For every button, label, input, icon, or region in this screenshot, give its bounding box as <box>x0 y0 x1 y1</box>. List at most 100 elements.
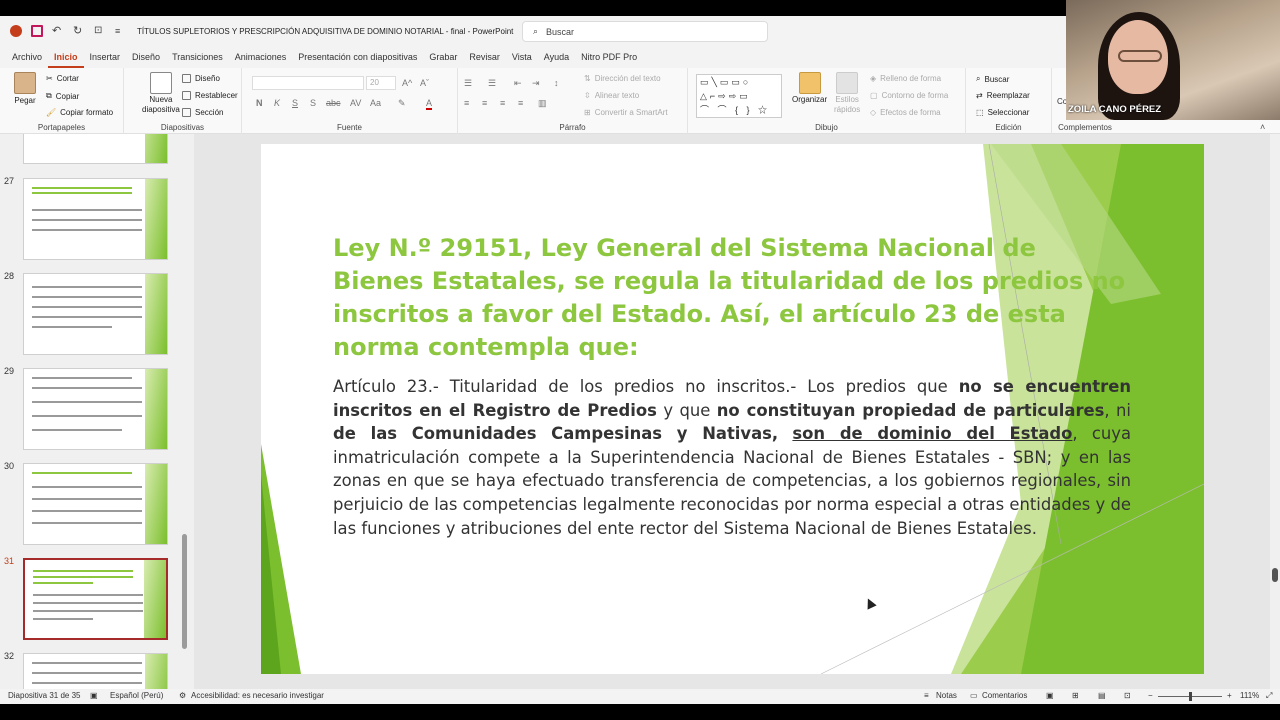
align-left-icon[interactable]: ≡ <box>464 98 469 108</box>
columns-icon[interactable]: ▥ <box>538 98 547 109</box>
font-size-select[interactable]: 20 <box>366 76 396 90</box>
paste-button[interactable]: Pegar <box>14 72 36 105</box>
thumbnail-32[interactable] <box>23 653 168 689</box>
cut-button[interactable]: ✂ Cortar <box>46 74 79 83</box>
shapes-gallery[interactable]: ▭╲▭▭○ △⌐⇨⇨▭ ⌒ ⌒ { } ☆ <box>696 74 782 118</box>
bullets-icon[interactable]: ☰ <box>464 78 472 89</box>
tab-archivo[interactable]: Archivo <box>6 46 48 68</box>
thumbnail-26[interactable] <box>23 134 168 164</box>
collapse-ribbon-icon[interactable]: ˄ <box>1260 122 1265 132</box>
group-diapositivas: Nueva diapositiva Diseño Restablecer Sec… <box>124 68 242 134</box>
redo-icon[interactable]: ↻ <box>73 25 85 37</box>
undo-icon[interactable]: ↶ <box>52 25 64 37</box>
reading-view-icon[interactable]: ▤ <box>1098 691 1106 700</box>
language-indicator[interactable]: Español (Perú) <box>110 691 163 700</box>
thumbnail-31-selected[interactable] <box>23 558 168 640</box>
tab-vista[interactable]: Vista <box>506 46 538 68</box>
thumb-text-line <box>32 209 142 211</box>
editor-scroll-thumb[interactable] <box>1272 568 1278 582</box>
replace-button[interactable]: ⇄ Reemplazar <box>976 91 1030 100</box>
decrease-font-icon[interactable]: Aˇ <box>420 78 429 88</box>
body-underline-1: son de dominio del Estado <box>792 424 1073 444</box>
align-right-icon[interactable]: ≡ <box>500 98 505 108</box>
thumbnail-29[interactable] <box>23 368 168 450</box>
accessibility-status[interactable]: Accesibilidad: es necesario investigar <box>191 691 324 700</box>
thumb-text-line <box>32 682 142 684</box>
group-label-diapositivas: Diapositivas <box>160 123 205 132</box>
new-slide-button[interactable]: Nueva diapositiva <box>142 72 180 114</box>
zoom-level[interactable]: 111% <box>1240 691 1259 700</box>
tab-nitro[interactable]: Nitro PDF Pro <box>575 46 643 68</box>
zoom-slider-thumb[interactable] <box>1189 692 1192 701</box>
fit-slide-icon[interactable]: ⤢ <box>1266 691 1272 701</box>
replace-icon: ⇄ <box>976 91 983 100</box>
thumb-decoration <box>145 654 167 689</box>
align-text-button[interactable]: ⇳ Alinear texto <box>584 91 639 100</box>
customize-icon[interactable]: ≡ <box>115 25 127 37</box>
slide-title[interactable]: Ley N.º 29151, Ley General del Sistema N… <box>333 232 1133 364</box>
tab-ayuda[interactable]: Ayuda <box>538 46 575 68</box>
normal-view-icon[interactable]: ▣ <box>1046 691 1054 700</box>
justify-icon[interactable]: ≡ <box>518 98 523 108</box>
thumbnail-28[interactable] <box>23 273 168 355</box>
reset-button[interactable]: Restablecer <box>182 91 238 100</box>
underline-icon[interactable]: S <box>292 98 298 108</box>
save-icon[interactable] <box>31 25 43 37</box>
zoom-out-button[interactable]: − <box>1148 691 1153 700</box>
shape-effects-button[interactable]: ◇ Efectos de forma <box>870 108 941 117</box>
comments-button[interactable]: Comentarios <box>982 691 1027 700</box>
align-center-icon[interactable]: ≡ <box>482 98 487 108</box>
thumbnail-27[interactable] <box>23 178 168 260</box>
tab-presentacion[interactable]: Presentación con diapositivas <box>292 46 423 68</box>
smartart-button[interactable]: ⊞ Convertir a SmartArt <box>584 108 668 117</box>
spacing-icon[interactable]: AV <box>350 98 361 108</box>
select-button[interactable]: ⬚ Seleccionar <box>976 108 1029 117</box>
format-painter-button[interactable]: 🖌 Copiar formato <box>46 108 113 117</box>
copy-button[interactable]: ⧉ Copiar <box>46 91 79 101</box>
font-color-icon[interactable]: A <box>426 98 433 110</box>
group-dibujo: ▭╲▭▭○ △⌐⇨⇨▭ ⌒ ⌒ { } ☆ Organizar Estilos rá… <box>688 68 966 134</box>
thumb-text-line <box>32 498 142 500</box>
thumbnail-30[interactable] <box>23 463 168 545</box>
find-button[interactable]: ⌕ Buscar <box>976 74 1009 84</box>
present-icon[interactable]: ⊡ <box>94 25 106 37</box>
search-input[interactable]: ⌕ Buscar <box>522 21 768 42</box>
slide-sorter-icon[interactable]: ⊞ <box>1072 691 1079 700</box>
slide-body[interactable]: Artículo 23.- Titularidad de los predios… <box>333 375 1131 540</box>
font-family-select[interactable] <box>252 76 364 90</box>
line-spacing-icon[interactable]: ↕ <box>554 78 559 88</box>
quick-styles-button[interactable]: Estilos rápidos <box>834 72 860 114</box>
italic-icon[interactable]: K <box>274 98 280 108</box>
slide-thumbnail-pane[interactable]: 27 28 29 30 31 32 <box>0 134 194 689</box>
current-slide[interactable]: Ley N.º 29151, Ley General del Sistema N… <box>261 144 1204 674</box>
shape-fill-button[interactable]: ◈ Relleno de forma <box>870 74 941 83</box>
increase-font-icon[interactable]: A^ <box>402 78 412 88</box>
arrange-button[interactable]: Organizar <box>792 72 827 104</box>
strike-icon[interactable]: abc <box>326 98 341 108</box>
layout-button[interactable]: Diseño <box>182 74 220 83</box>
spellcheck-icon[interactable]: ▣ <box>90 691 98 700</box>
presenter-icon[interactable]: ⊡ <box>1124 691 1131 700</box>
shape-outline-button[interactable]: ▢ Contorno de forma <box>870 91 948 100</box>
tab-diseno[interactable]: Diseño <box>126 46 166 68</box>
tab-transiciones[interactable]: Transiciones <box>166 46 229 68</box>
thumbnail-scrollbar[interactable] <box>182 534 187 649</box>
text-direction-button[interactable]: ⇅ Dirección del texto <box>584 74 661 83</box>
case-icon[interactable]: Aa <box>370 98 381 108</box>
tab-grabar[interactable]: Grabar <box>423 46 463 68</box>
notes-button[interactable]: Notas <box>936 691 957 700</box>
outdent-icon[interactable]: ⇥ <box>532 78 540 89</box>
numbering-icon[interactable]: ☰ <box>488 78 496 89</box>
zoom-in-button[interactable]: + <box>1227 691 1232 700</box>
bold-icon[interactable]: N <box>256 98 263 108</box>
tab-animaciones[interactable]: Animaciones <box>229 46 293 68</box>
editor-scrollbar[interactable] <box>1270 134 1280 689</box>
section-button[interactable]: Sección <box>182 108 223 117</box>
cut-label: Cortar <box>56 74 79 83</box>
tab-revisar[interactable]: Revisar <box>463 46 506 68</box>
highlight-icon[interactable]: ✎ <box>398 98 406 109</box>
indent-icon[interactable]: ⇤ <box>514 78 522 89</box>
tab-inicio[interactable]: Inicio <box>48 46 84 68</box>
shadow-icon[interactable]: S <box>310 98 316 108</box>
tab-insertar[interactable]: Insertar <box>84 46 127 68</box>
